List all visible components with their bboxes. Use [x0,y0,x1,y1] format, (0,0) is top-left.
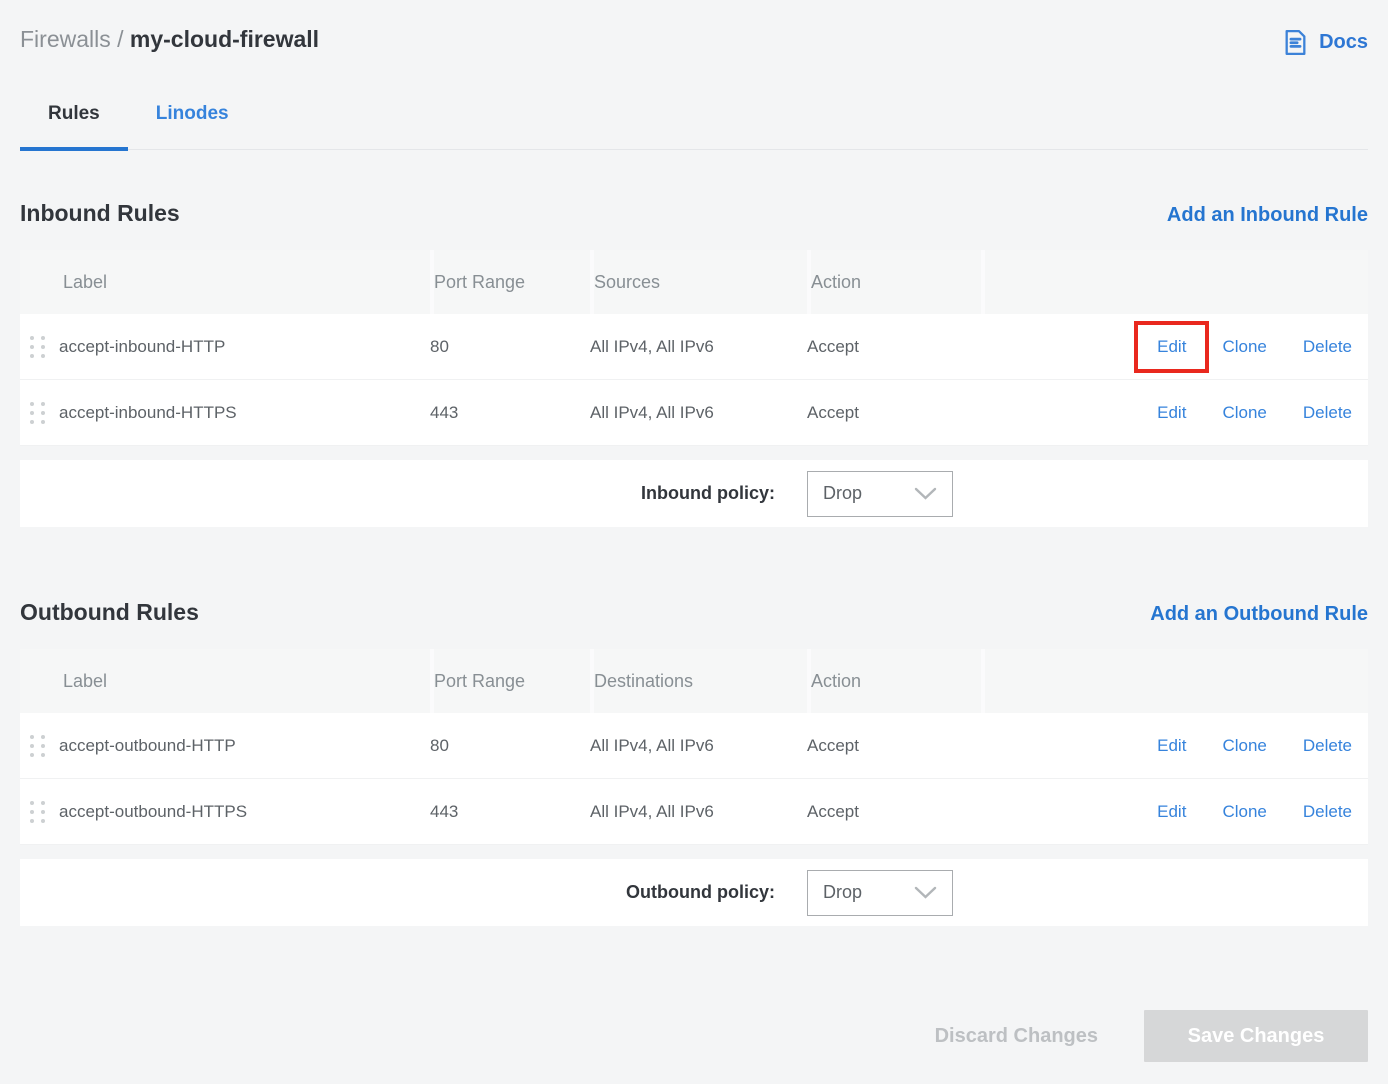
delete-link[interactable]: Delete [1303,403,1352,423]
inbound-policy-select[interactable]: Drop [807,471,953,517]
edit-link[interactable]: Edit [1157,736,1186,756]
column-header-port-range: Port Range [430,649,590,713]
drag-handle-icon[interactable] [30,801,45,823]
outbound-policy-value: Drop [823,882,862,903]
docs-link[interactable]: Docs [1281,28,1368,57]
rule-action: Accept [807,736,981,756]
breadcrumb-firewalls-link[interactable]: Firewalls / [20,26,124,52]
add-inbound-rule-link[interactable]: Add an Inbound Rule [1167,204,1368,227]
inbound-policy-label: Inbound policy: [20,483,775,504]
table-row: accept-inbound-HTTP 80 All IPv4, All IPv… [20,314,1368,380]
rule-port-range: 443 [430,802,590,822]
drag-handle-icon[interactable] [30,336,45,358]
column-header-label: Label [20,250,430,314]
rule-port-range: 443 [430,403,590,423]
inbound-rules-title: Inbound Rules [20,200,180,227]
edit-link[interactable]: Edit [1157,337,1186,356]
rule-action: Accept [807,802,981,822]
column-header-port-range: Port Range [430,250,590,314]
rule-destinations: All IPv4, All IPv6 [590,736,807,756]
rule-label: accept-outbound-HTTPS [59,802,247,822]
delete-link[interactable]: Delete [1303,736,1352,756]
annotation-highlight-box: Edit [1134,321,1209,373]
firewall-detail-page: Firewalls / my-cloud-firewall Docs Rules… [0,0,1388,1062]
outbound-rules-table: Label Port Range Destinations Action acc… [20,649,1368,845]
inbound-section-head: Inbound Rules Add an Inbound Rule [20,200,1368,227]
chevron-down-icon [914,886,937,899]
outbound-policy-select[interactable]: Drop [807,870,953,916]
column-header-sources: Sources [590,250,807,314]
rule-label: accept-outbound-HTTP [59,736,236,756]
form-actions-footer: Discard Changes Save Changes [20,1010,1368,1062]
column-header-label: Label [20,649,430,713]
rule-label: accept-inbound-HTTPS [59,403,237,423]
outbound-rules-title: Outbound Rules [20,599,199,626]
rule-port-range: 80 [430,337,590,357]
rule-destinations: All IPv4, All IPv6 [590,802,807,822]
inbound-table-header: Label Port Range Sources Action [20,250,1368,314]
add-outbound-rule-link[interactable]: Add an Outbound Rule [1150,603,1368,626]
tab-bar: Rules Linodes [20,103,1368,150]
edit-link[interactable]: Edit [1157,403,1186,423]
inbound-policy-row: Inbound policy: Drop [20,460,1368,527]
discard-changes-button[interactable]: Discard Changes [935,1025,1098,1048]
column-header-action: Action [807,649,981,713]
drag-handle-icon[interactable] [30,735,45,757]
inbound-rules-table: Label Port Range Sources Action accept-i… [20,250,1368,446]
table-row: accept-outbound-HTTPS 443 All IPv4, All … [20,779,1368,845]
page-header: Firewalls / my-cloud-firewall Docs [20,26,1368,57]
outbound-policy-row: Outbound policy: Drop [20,859,1368,926]
edit-link[interactable]: Edit [1157,802,1186,822]
rule-port-range: 80 [430,736,590,756]
clone-link[interactable]: Clone [1222,403,1266,423]
tab-linodes[interactable]: Linodes [128,103,257,149]
rule-action: Accept [807,403,981,423]
rule-action: Accept [807,337,981,357]
clone-link[interactable]: Clone [1222,736,1266,756]
table-row: accept-outbound-HTTP 80 All IPv4, All IP… [20,713,1368,779]
rule-sources: All IPv4, All IPv6 [590,403,807,423]
save-changes-button[interactable]: Save Changes [1144,1010,1368,1062]
column-header-action: Action [807,250,981,314]
delete-link[interactable]: Delete [1303,802,1352,822]
clone-link[interactable]: Clone [1222,337,1266,357]
breadcrumb: Firewalls / my-cloud-firewall [20,26,319,53]
clone-link[interactable]: Clone [1222,802,1266,822]
inbound-policy-value: Drop [823,483,862,504]
outbound-section-head: Outbound Rules Add an Outbound Rule [20,599,1368,626]
tab-rules[interactable]: Rules [20,103,128,149]
rule-label: accept-inbound-HTTP [59,337,225,357]
breadcrumb-current-firewall: my-cloud-firewall [130,26,319,52]
table-row: accept-inbound-HTTPS 443 All IPv4, All I… [20,380,1368,446]
outbound-policy-label: Outbound policy: [20,882,775,903]
outbound-table-header: Label Port Range Destinations Action [20,649,1368,713]
docs-label: Docs [1319,31,1368,54]
chevron-down-icon [914,487,937,500]
column-header-destinations: Destinations [590,649,807,713]
docs-document-icon [1281,28,1310,57]
drag-handle-icon[interactable] [30,402,45,424]
rule-sources: All IPv4, All IPv6 [590,337,807,357]
delete-link[interactable]: Delete [1303,337,1352,357]
